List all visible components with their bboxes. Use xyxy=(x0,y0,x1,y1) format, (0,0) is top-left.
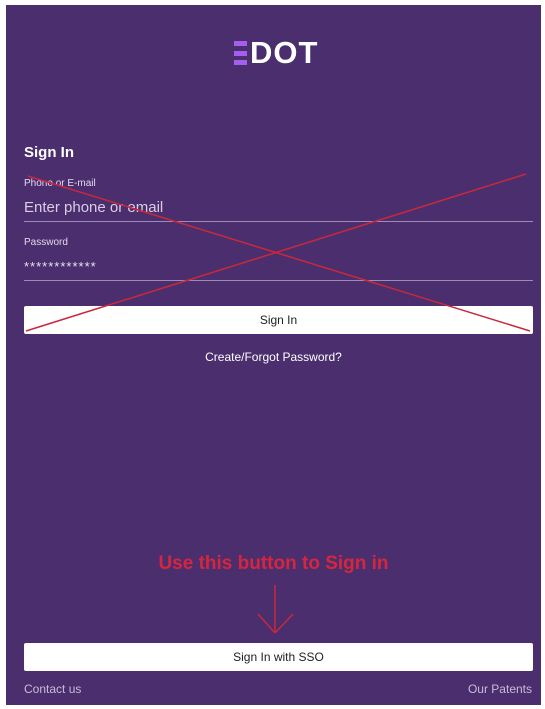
contact-us-link[interactable]: Contact us xyxy=(24,682,81,696)
dot-logo: DOT xyxy=(234,35,319,70)
logo-bars-icon xyxy=(234,41,247,65)
phone-email-label: Phone or E-mail xyxy=(24,178,96,189)
sign-in-title: Sign In xyxy=(24,144,74,161)
phone-email-input[interactable] xyxy=(24,194,533,222)
arrow-down-icon xyxy=(257,585,294,634)
logo-text: DOT xyxy=(250,35,319,70)
create-forgot-password-link[interactable]: Create/Forgot Password? xyxy=(6,350,541,364)
app-screen: DOT Sign In Phone or E-mail Password Sig… xyxy=(6,5,541,705)
annotation-text: Use this button to Sign in xyxy=(158,553,389,574)
password-input[interactable] xyxy=(24,253,533,281)
password-label: Password xyxy=(24,237,68,248)
sign-in-button[interactable]: Sign In xyxy=(24,306,533,334)
sign-in-sso-button[interactable]: Sign In with SSO xyxy=(24,643,533,671)
our-patents-link[interactable]: Our Patents xyxy=(468,682,532,696)
